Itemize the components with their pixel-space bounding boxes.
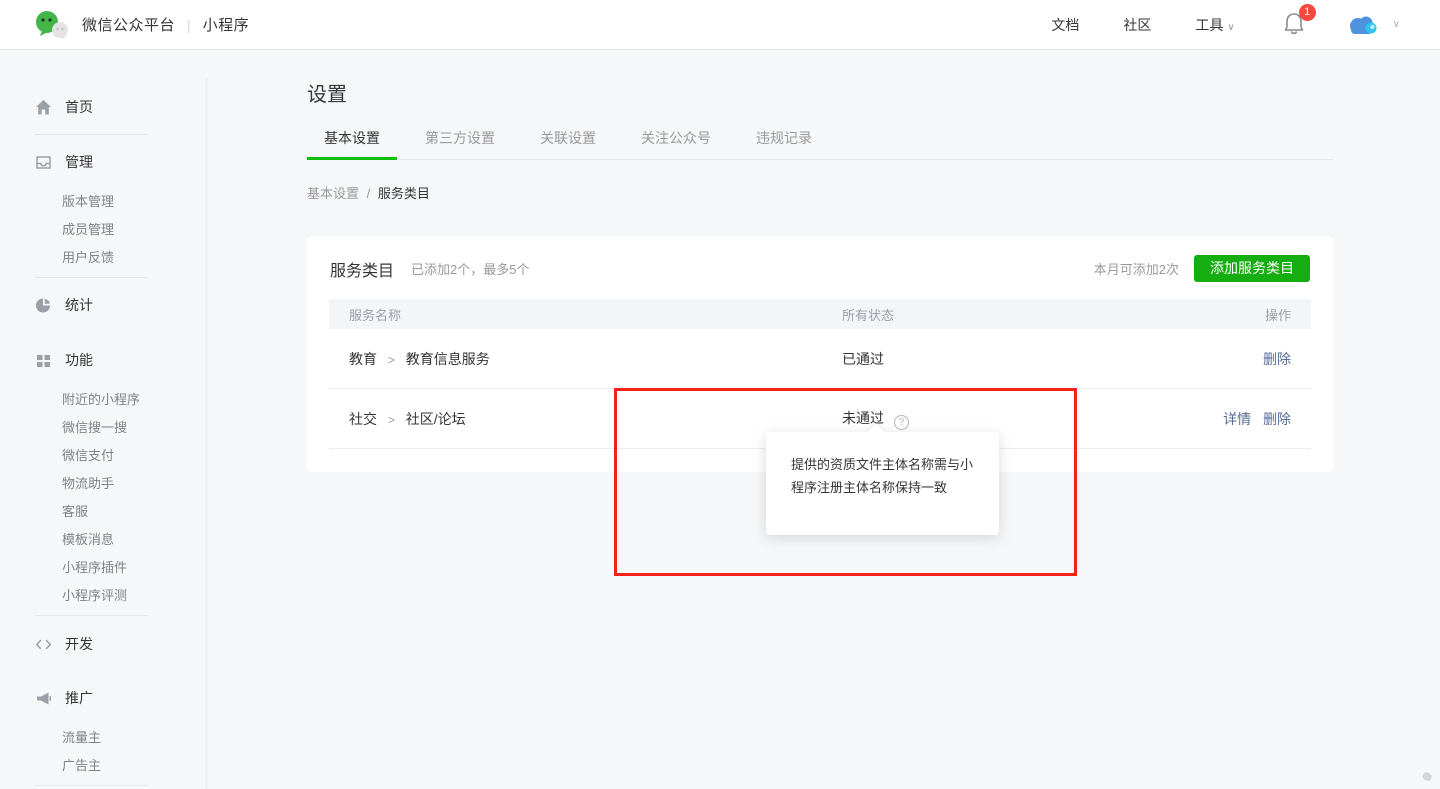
notification-bell-button[interactable]: 1 <box>1283 4 1316 38</box>
table-row: 教育 > 教育信息服务 已通过 删除 <box>329 329 1311 389</box>
row-subcategory: 社区/论坛 <box>405 410 466 427</box>
sidebar-item-label: 管理 <box>65 154 93 170</box>
sidebar-divider <box>35 277 148 278</box>
sidebar-item-member-manage[interactable]: 成员管理 <box>0 216 206 244</box>
sidebar-item-label: 功能 <box>65 352 93 368</box>
breadcrumb-parent[interactable]: 基本设置 <box>307 186 359 201</box>
detail-link[interactable]: 详情 <box>1223 411 1251 427</box>
sidebar-item-home[interactable]: 首页 <box>0 94 206 120</box>
grid-icon <box>37 354 50 367</box>
sidebar-item-logistics[interactable]: 物流助手 <box>0 470 206 498</box>
tab-linked-settings[interactable]: 关联设置 <box>523 128 613 159</box>
tab-follow-official-account[interactable]: 关注公众号 <box>624 128 728 159</box>
tab-thirdparty-settings[interactable]: 第三方设置 <box>408 128 512 159</box>
sidebar-divider <box>35 785 148 786</box>
code-icon <box>35 639 52 649</box>
brand-subtitle: 小程序 <box>202 17 250 34</box>
delete-link[interactable]: 删除 <box>1263 351 1291 367</box>
sidebar-item-label: 开发 <box>65 636 93 652</box>
breadcrumb: 基本设置 / 服务类目 <box>307 183 1333 202</box>
sidebar-item-template-message[interactable]: 模板消息 <box>0 526 206 554</box>
row-status: 未通过 <box>842 409 884 426</box>
sidebar-item-nearby-miniprogram[interactable]: 附近的小程序 <box>0 386 206 414</box>
settings-tabs: 基本设置 第三方设置 关联设置 关注公众号 违规记录 <box>307 128 1333 160</box>
column-header-status: 所有状态 <box>842 307 895 323</box>
account-menu-button[interactable]: ∨ <box>1347 13 1400 37</box>
card-subtitle: 已添加2个，最多5个 <box>411 262 530 277</box>
nav-docs-link[interactable]: 文档 <box>1051 15 1079 35</box>
breadcrumb-separator: / <box>366 186 371 201</box>
sidebar-item-plugins[interactable]: 小程序插件 <box>0 554 206 582</box>
sidebar-item-stats[interactable]: 统计 <box>0 292 206 318</box>
brand-title: 微信公众平台 <box>82 17 176 34</box>
sidebar-item-advertiser[interactable]: 广告主 <box>0 752 206 780</box>
nav-community-link[interactable]: 社区 <box>1123 15 1151 35</box>
avatar <box>1349 16 1377 34</box>
column-header-action: 操作 <box>1264 307 1291 323</box>
sidebar-divider <box>35 134 148 135</box>
row-category: 社交 <box>349 410 377 427</box>
sidebar-item-wechat-search[interactable]: 微信搜一搜 <box>0 414 206 442</box>
page-corner-artifact <box>1422 772 1432 781</box>
breadcrumb-current: 服务类目 <box>377 186 430 201</box>
pie-chart-icon <box>36 298 50 312</box>
sidebar-item-customer-service[interactable]: 客服 <box>0 498 206 526</box>
tab-basic-settings[interactable]: 基本设置 <box>307 128 397 160</box>
sidebar-item-manage[interactable]: 管理 <box>0 149 206 175</box>
delete-link[interactable]: 删除 <box>1263 411 1291 427</box>
brand-separator: | <box>187 16 191 33</box>
row-subcategory: 教育信息服务 <box>405 350 490 367</box>
home-icon <box>36 99 51 114</box>
row-arrow: > <box>387 352 395 367</box>
help-question-icon[interactable]: ? <box>893 414 909 430</box>
status-help-tooltip: 提供的资质文件主体名称需与小程序注册主体名称保持一致 <box>766 432 999 535</box>
main-content: 设置 基本设置 第三方设置 关联设置 关注公众号 违规记录 基本设置 / 服务类… <box>307 50 1333 472</box>
chevron-down-icon: ∨ <box>1227 21 1235 33</box>
sidebar-item-dev[interactable]: 开发 <box>0 631 206 657</box>
sidebar-item-promote[interactable]: 推广 <box>0 685 206 711</box>
top-header: 微信公众平台 | 小程序 文档 社区 工具 ∨ 1 ∨ <box>0 0 1440 50</box>
sidebar-item-wechat-pay[interactable]: 微信支付 <box>0 442 206 470</box>
sidebar-divider-vertical <box>206 78 207 789</box>
nav-tools-link[interactable]: 工具 ∨ <box>1195 15 1234 35</box>
sidebar-item-traffic-owner[interactable]: 流量主 <box>0 724 206 752</box>
megaphone-icon <box>37 692 51 704</box>
row-category: 教育 <box>349 350 377 367</box>
sidebar-item-evaluation[interactable]: 小程序评测 <box>0 582 206 610</box>
sidebar-divider <box>35 615 148 616</box>
notification-badge: 1 <box>1298 4 1316 21</box>
tooltip-text: 提供的资质文件主体名称需与小程序注册主体名称保持一致 <box>791 457 974 495</box>
sidebar-item-version-manage[interactable]: 版本管理 <box>0 188 206 216</box>
table-header-row: 服务名称 所有状态 操作 <box>329 299 1311 329</box>
page-title: 设置 <box>307 84 347 106</box>
row-status: 已通过 <box>842 350 884 367</box>
column-header-service-name: 服务名称 <box>349 307 402 323</box>
sidebar-item-features[interactable]: 功能 <box>0 347 206 373</box>
sidebar-item-user-feedback[interactable]: 用户反馈 <box>0 244 206 272</box>
add-service-category-button[interactable]: 添加服务类目 <box>1194 255 1310 282</box>
quota-hint: 本月可添加2次 <box>1093 262 1179 277</box>
chevron-down-icon: ∨ <box>1392 19 1400 30</box>
brand[interactable]: 微信公众平台 | 小程序 <box>34 10 249 40</box>
row-arrow: > <box>387 412 395 427</box>
card-title: 服务类目 <box>330 262 395 280</box>
sidebar-item-label: 推广 <box>65 690 93 706</box>
sidebar-item-label: 首页 <box>65 99 93 115</box>
sidebar-item-label: 统计 <box>65 297 93 313</box>
inbox-icon <box>36 155 51 169</box>
service-category-table: 服务名称 所有状态 操作 教育 > 教育信息服务 已通过 删除 社交 > 社区/… <box>329 299 1311 449</box>
sidebar: 首页 管理 版本管理 成员管理 用户反馈 统计 功能 附近的小程序 微信搜一搜 … <box>0 50 206 789</box>
tab-violation-records[interactable]: 违规记录 <box>739 128 829 159</box>
wechat-logo-icon <box>36 10 68 39</box>
